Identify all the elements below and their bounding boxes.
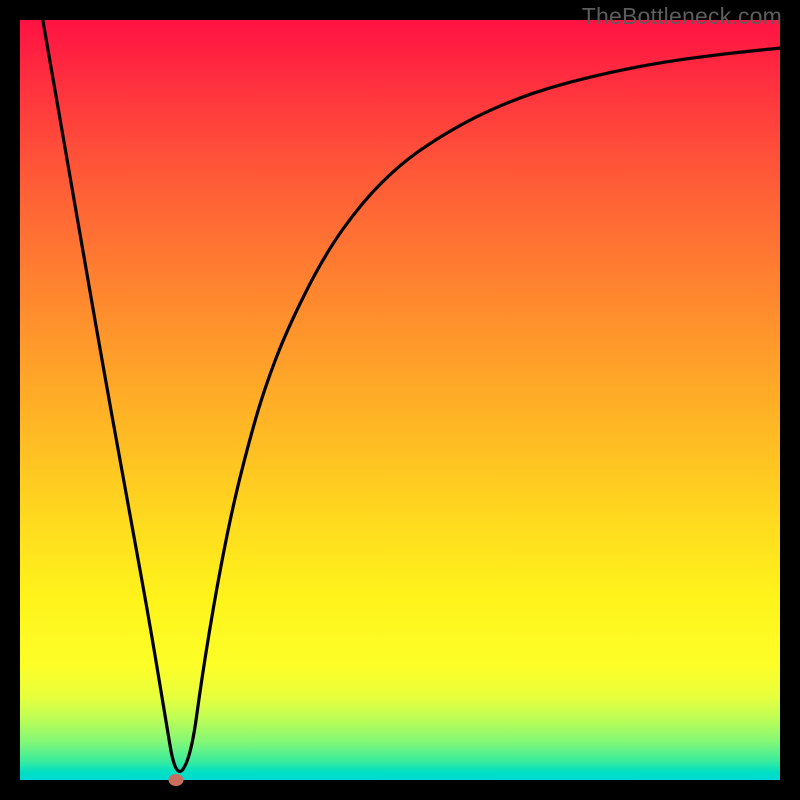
bottleneck-curve — [43, 20, 780, 771]
chart-frame: TheBottleneck.com — [0, 0, 800, 800]
attribution-text: TheBottleneck.com — [582, 3, 782, 30]
minimum-marker — [168, 774, 183, 786]
curve-svg — [20, 20, 780, 780]
